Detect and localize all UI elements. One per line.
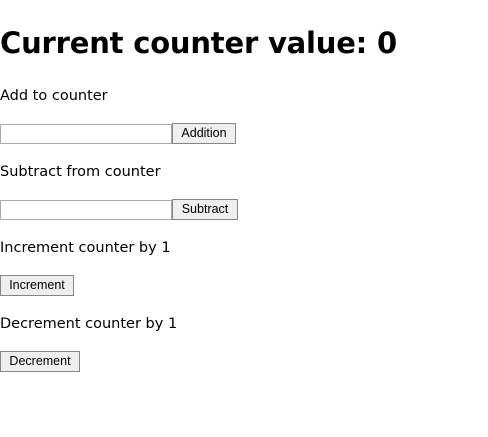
counter-title-text: Current counter value:: [0, 26, 377, 60]
add-amount-input[interactable]: [0, 123, 172, 144]
add-label: Add to counter: [0, 88, 108, 104]
addition-button[interactable]: Addition: [172, 123, 236, 144]
counter-value: 0: [376, 26, 397, 60]
increment-button[interactable]: Increment: [0, 275, 74, 296]
subtract-row: Subtract: [0, 199, 238, 220]
decrement-button[interactable]: Decrement: [0, 351, 80, 372]
page-title: Current counter value: 0: [0, 24, 397, 62]
increment-label: Increment counter by 1: [0, 240, 171, 256]
add-row: Addition: [0, 123, 236, 144]
decrement-label: Decrement counter by 1: [0, 316, 178, 332]
subtract-amount-input[interactable]: [0, 199, 172, 220]
subtract-label: Subtract from counter: [0, 164, 161, 180]
counter-page: Current counter value: 0 Add to counter …: [0, 0, 488, 437]
subtract-button[interactable]: Subtract: [172, 199, 238, 220]
